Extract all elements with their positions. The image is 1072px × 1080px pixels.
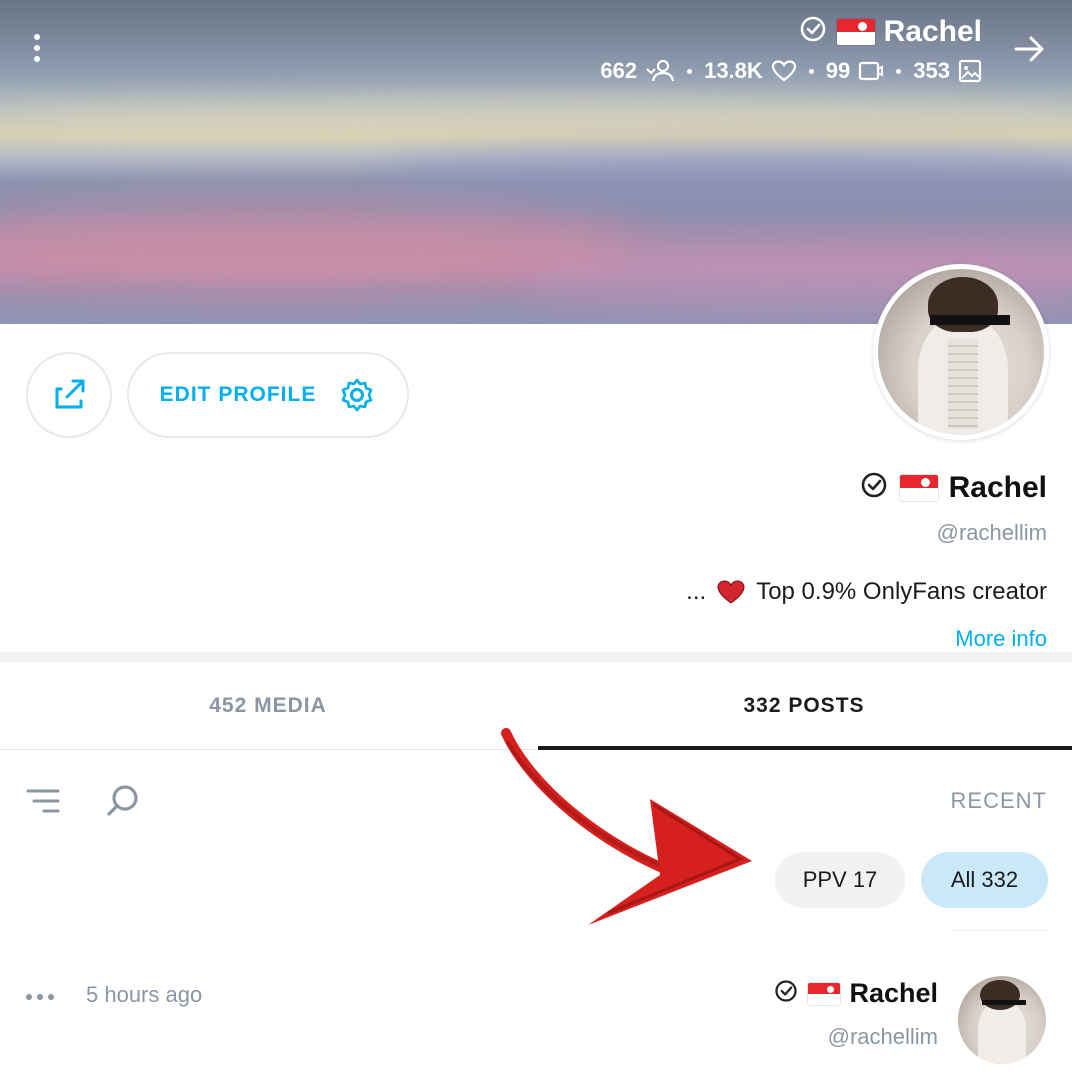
more-info-link[interactable]: More info [955, 626, 1047, 652]
cover-image: Rachel 662 13.8K 99 353 [0, 0, 1072, 324]
chip-all[interactable]: All 332 [921, 852, 1048, 908]
likes-stat: 13.8K [704, 58, 797, 84]
arrow-right-icon[interactable] [1012, 32, 1046, 66]
fans-icon [646, 59, 675, 82]
video-icon [859, 61, 884, 81]
chip-ppv[interactable]: PPV 17 [775, 852, 905, 908]
edit-profile-label: EDIT PROFILE [159, 383, 317, 406]
flag-icon [835, 17, 876, 46]
divider [950, 930, 1048, 931]
videos-stat: 99 [826, 58, 884, 84]
image-icon [958, 59, 982, 83]
verified-icon [798, 14, 828, 49]
photos-stat: 353 [913, 58, 982, 84]
post-author-row: Rachel [773, 978, 938, 1009]
avatar[interactable] [873, 264, 1049, 440]
tab-media[interactable]: 452 MEDIA [0, 662, 536, 750]
heart-icon [771, 60, 796, 82]
bio-text: Top 0.9% OnlyFans creator [756, 578, 1047, 605]
filter-icon[interactable] [26, 784, 60, 818]
annotation-arrow-icon [501, 728, 752, 925]
flag-icon [807, 981, 842, 1006]
ellipsis-icon[interactable] [26, 994, 54, 1000]
cover-stats: 662 13.8K 99 353 [600, 58, 982, 84]
post-author-handle[interactable]: @rachellim [828, 1024, 938, 1050]
profile-name-row: Rachel [859, 470, 1047, 505]
bio-ellipsis: ... [686, 578, 707, 605]
post-author-name[interactable]: Rachel [849, 978, 938, 1009]
fans-stat: 662 [600, 58, 675, 84]
cover-name: Rachel [883, 14, 982, 48]
recent-label: RECENT [950, 788, 1047, 813]
search-icon[interactable] [104, 782, 142, 820]
profile-name: Rachel [948, 470, 1047, 504]
post-timestamp: 5 hours ago [86, 982, 203, 1007]
profile-bio: ... Top 0.9% OnlyFans creator [686, 578, 1047, 606]
section-divider [0, 652, 1072, 662]
flag-icon [898, 473, 939, 502]
verified-icon [859, 470, 889, 505]
share-button[interactable] [26, 352, 112, 438]
profile-handle: @rachellim [936, 520, 1047, 545]
post-avatar[interactable] [958, 976, 1046, 1064]
heart-icon [717, 580, 745, 604]
verified-icon [773, 978, 799, 1009]
cover-name-row: Rachel [798, 14, 982, 49]
more-vertical-icon[interactable] [30, 34, 44, 66]
gear-icon [342, 378, 373, 412]
share-icon [55, 379, 85, 409]
edit-profile-button[interactable]: EDIT PROFILE [127, 352, 409, 438]
